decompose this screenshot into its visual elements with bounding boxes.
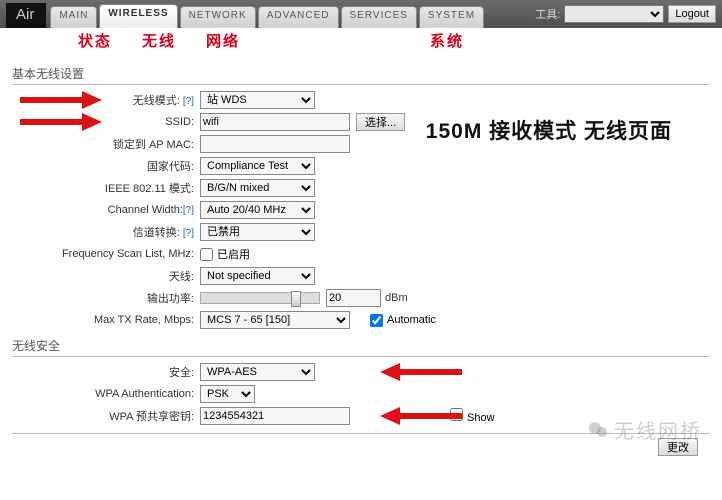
antenna-select[interactable]: Not specified xyxy=(200,267,315,285)
row-wmode: 无线模式: [?] 站 WDS xyxy=(60,89,710,111)
content: 150M 接收模式 无线页面 基本无线设置 无线模式: [?] 站 WDS SS… xyxy=(0,53,722,456)
section-security: 无线安全 xyxy=(12,337,710,357)
row-freqscan: Frequency Scan List, MHz: 已启用 xyxy=(60,243,710,265)
row-security: 安全: WPA-AES xyxy=(60,361,710,383)
freqscan-checkbox[interactable] xyxy=(200,248,213,261)
lockedap-input[interactable] xyxy=(200,135,350,153)
ieee-select[interactable]: B/G/N mixed xyxy=(200,179,315,197)
row-maxrate: Max TX Rate, Mbps: MCS 7 - 65 [150] Auto… xyxy=(60,309,710,331)
logout-button[interactable]: Logout xyxy=(668,5,716,23)
row-chwidth: Channel Width:[?] Auto 20/40 MHz xyxy=(60,199,710,221)
annot-status: 状态 xyxy=(78,30,112,51)
select-button[interactable]: 选择... xyxy=(356,113,405,131)
tab-main[interactable]: MAIN xyxy=(50,6,97,28)
txpower-unit: dBm xyxy=(385,292,408,304)
row-antenna: 天线: Not specified xyxy=(60,265,710,287)
label-wpakey: WPA 预共享密钥: xyxy=(60,408,200,424)
tools-select[interactable] xyxy=(564,5,664,23)
row-wpaauth: WPA Authentication: PSK xyxy=(60,383,710,405)
arrow-icon xyxy=(20,91,102,109)
country-select[interactable]: Compliance Test xyxy=(200,157,315,175)
maxrate-select[interactable]: MCS 7 - 65 [150] xyxy=(200,311,350,329)
row-txpower: 输出功率: dBm xyxy=(60,287,710,309)
arrow-icon xyxy=(380,363,462,381)
slider-thumb-icon[interactable] xyxy=(291,291,301,307)
tab-advanced[interactable]: ADVANCED xyxy=(258,6,339,28)
chshift-select[interactable]: 已禁用 xyxy=(200,223,315,241)
txpower-slider[interactable] xyxy=(200,292,320,304)
section-basic: 基本无线设置 xyxy=(12,65,710,85)
row-ssid: SSID: 选择... xyxy=(60,111,710,133)
label-freqscan: Frequency Scan List, MHz: xyxy=(60,248,200,260)
tools-label: 工具: xyxy=(535,6,560,22)
logo: Air xyxy=(6,3,46,28)
row-lockedap: 锁定到 AP MAC: xyxy=(60,133,710,155)
label-security: 安全: xyxy=(60,364,200,380)
freqscan-cblabel: 已启用 xyxy=(217,246,250,262)
annot-system: 系统 xyxy=(430,30,464,51)
wpakey-input[interactable] xyxy=(200,407,350,425)
wechat-icon xyxy=(588,420,608,440)
label-txpower: 输出功率: xyxy=(60,290,200,306)
help-icon[interactable]: [?] xyxy=(183,96,194,107)
help-icon[interactable]: [?] xyxy=(183,228,194,239)
annot-network: 网络 xyxy=(206,30,240,51)
row-ieee: IEEE 802.11 模式: B/G/N mixed xyxy=(60,177,710,199)
label-chwidth: Channel Width:[?] xyxy=(60,204,200,216)
automatic-checkbox[interactable] xyxy=(370,314,383,327)
watermark: 无线网桥 xyxy=(588,415,702,444)
label-chshift: 信道转换: [?] xyxy=(60,224,200,240)
row-country: 国家代码: Compliance Test xyxy=(60,155,710,177)
annotation-row: 状态 无线 网络 系统 xyxy=(0,28,722,53)
label-maxrate: Max TX Rate, Mbps: xyxy=(60,314,200,326)
tab-network[interactable]: NETWORK xyxy=(180,6,256,28)
arrow-icon xyxy=(20,113,102,131)
help-icon[interactable]: [?] xyxy=(183,205,194,216)
label-antenna: 天线: xyxy=(60,268,200,284)
wmode-select[interactable]: 站 WDS xyxy=(200,91,315,109)
label-lockedap: 锁定到 AP MAC: xyxy=(60,136,200,152)
ssid-input[interactable] xyxy=(200,113,350,131)
wpaauth-select[interactable]: PSK xyxy=(200,385,255,403)
label-ieee: IEEE 802.11 模式: xyxy=(60,180,200,196)
tab-services[interactable]: SERVICES xyxy=(341,6,417,28)
show-label: Show xyxy=(467,412,495,424)
automatic-label: Automatic xyxy=(387,314,436,326)
annot-wireless: 无线 xyxy=(142,30,176,51)
label-country: 国家代码: xyxy=(60,158,200,174)
txpower-input[interactable] xyxy=(326,289,381,307)
chwidth-select[interactable]: Auto 20/40 MHz xyxy=(200,201,315,219)
security-select[interactable]: WPA-AES xyxy=(200,363,315,381)
top-right: 工具: Logout xyxy=(535,0,722,28)
row-chshift: 信道转换: [?] 已禁用 xyxy=(60,221,710,243)
basic-form: 无线模式: [?] 站 WDS SSID: 选择... 锁定到 AP MAC: … xyxy=(12,89,710,331)
label-wpaauth: WPA Authentication: xyxy=(60,388,200,400)
arrow-icon xyxy=(380,407,462,425)
topbar: Air MAIN WIRELESS NETWORK ADVANCED SERVI… xyxy=(0,0,722,28)
tab-wireless[interactable]: WIRELESS xyxy=(99,4,177,28)
tab-system[interactable]: SYSTEM xyxy=(419,6,484,28)
